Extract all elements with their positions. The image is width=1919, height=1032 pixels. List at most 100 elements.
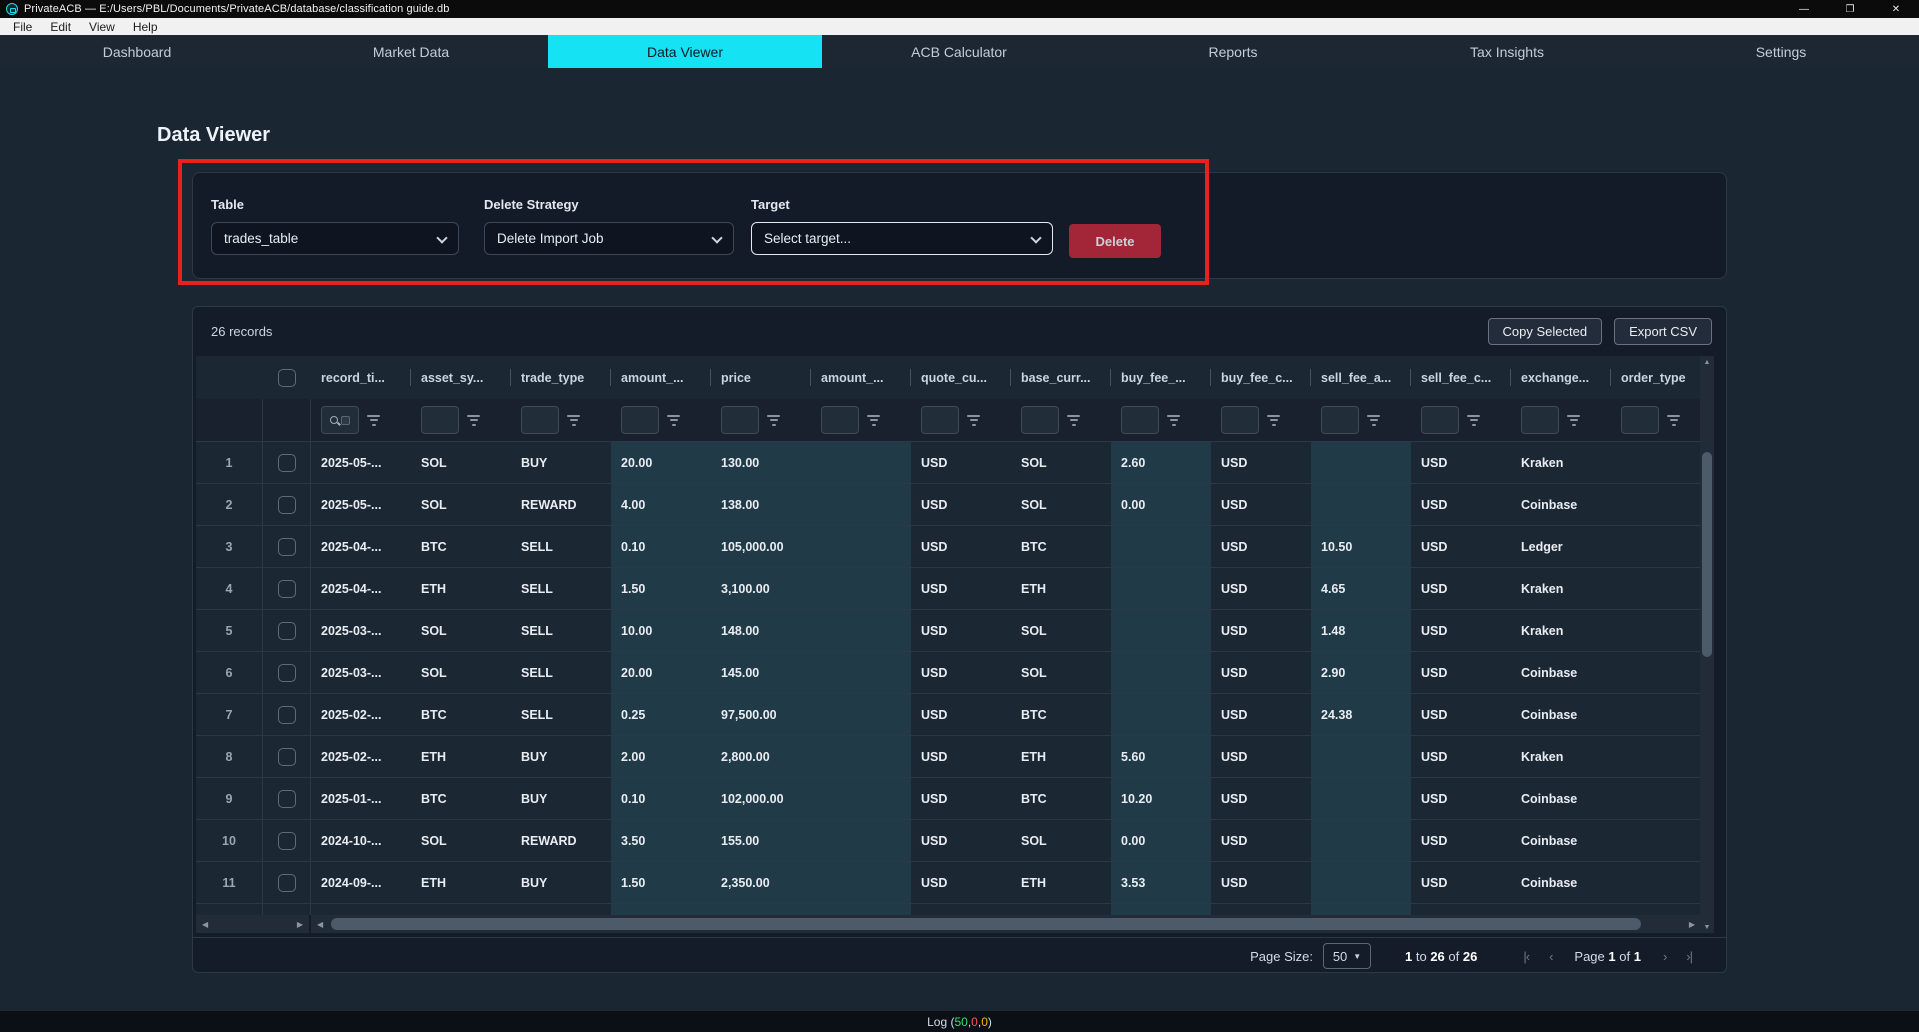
grid-cell[interactable]: 0.10 xyxy=(611,526,711,567)
grid-cell[interactable] xyxy=(1111,694,1211,735)
column-header-price[interactable]: price xyxy=(711,356,811,399)
column-header-quote-cu[interactable]: quote_cu... xyxy=(911,356,1011,399)
grid-cell[interactable]: USD xyxy=(911,862,1011,903)
grid-cell[interactable]: Coinbase xyxy=(1511,862,1611,903)
grid-cell[interactable] xyxy=(1311,778,1411,819)
scroll-right-icon[interactable]: ▶ xyxy=(1689,920,1695,929)
previous-page-icon[interactable]: ‹ xyxy=(1549,949,1552,964)
grid-cell[interactable]: BTC xyxy=(411,694,511,735)
grid-cell[interactable]: 2,800.00 xyxy=(711,736,811,777)
grid-cell[interactable]: USD xyxy=(911,820,1011,861)
grid-cell[interactable]: 1.50 xyxy=(611,568,711,609)
filter-funnel-icon[interactable] xyxy=(867,415,880,426)
filter-input-6[interactable] xyxy=(921,406,959,434)
grid-cell[interactable]: 1.48 xyxy=(1311,610,1411,651)
grid-cell[interactable]: 148.00 xyxy=(711,610,811,651)
column-header-amount[interactable]: amount_... xyxy=(811,356,911,399)
column-header-trade-type[interactable]: trade_type xyxy=(511,356,611,399)
grid-cell[interactable]: SELL xyxy=(511,526,611,567)
table-select[interactable]: trades_table xyxy=(211,222,459,255)
grid-cell[interactable]: BUY xyxy=(511,778,611,819)
grid-cell[interactable]: USD xyxy=(1411,484,1511,525)
filter-input-10[interactable] xyxy=(1321,406,1359,434)
table-row[interactable]: 12025-05-...SOLBUY20.00130.00USDSOL2.60U… xyxy=(196,441,1701,483)
grid-cell[interactable] xyxy=(1611,442,1701,483)
grid-cell[interactable]: 2025-04-... xyxy=(311,568,411,609)
target-select[interactable]: Select target... xyxy=(751,222,1053,255)
filter-input-2[interactable] xyxy=(521,406,559,434)
grid-cell[interactable]: 2025-01-... xyxy=(311,778,411,819)
grid-cell[interactable] xyxy=(1111,526,1211,567)
grid-cell[interactable] xyxy=(1311,736,1411,777)
grid-cell[interactable]: BTC xyxy=(1011,778,1111,819)
grid-cell[interactable]: ETH xyxy=(1011,568,1111,609)
row-checkbox[interactable] xyxy=(278,580,296,598)
grid-cell[interactable] xyxy=(1611,610,1701,651)
tab-reports[interactable]: Reports xyxy=(1096,35,1370,68)
filter-funnel-icon[interactable] xyxy=(567,415,580,426)
grid-cell[interactable]: USD xyxy=(911,736,1011,777)
grid-cell[interactable]: 2025-05-... xyxy=(311,442,411,483)
grid-cell[interactable]: USD xyxy=(911,442,1011,483)
grid-cell[interactable]: SOL xyxy=(411,820,511,861)
last-page-icon[interactable]: ›| xyxy=(1686,949,1692,964)
row-checkbox-cell[interactable] xyxy=(263,526,311,567)
row-checkbox-cell[interactable] xyxy=(263,778,311,819)
grid-cell[interactable]: 2024-10-... xyxy=(311,820,411,861)
filter-funnel-icon[interactable] xyxy=(967,415,980,426)
filter-input-4[interactable] xyxy=(721,406,759,434)
grid-cell[interactable]: SELL xyxy=(511,652,611,693)
row-checkbox-cell[interactable] xyxy=(263,610,311,651)
table-row[interactable]: 72025-02-...BTCSELL0.2597,500.00USDBTCUS… xyxy=(196,693,1701,735)
column-header-buy-fee-c[interactable]: buy_fee_c... xyxy=(1211,356,1311,399)
filter-input-8[interactable] xyxy=(1121,406,1159,434)
grid-cell[interactable]: 10.20 xyxy=(1111,778,1211,819)
vertical-scroll-thumb[interactable] xyxy=(1702,452,1712,657)
grid-cell[interactable]: USD xyxy=(911,778,1011,819)
grid-cell[interactable]: BUY xyxy=(511,442,611,483)
grid-cell[interactable] xyxy=(1611,778,1701,819)
tab-data-viewer[interactable]: Data Viewer xyxy=(548,35,822,68)
table-row[interactable]: 92025-01-...BTCBUY0.10102,000.00USDBTC10… xyxy=(196,777,1701,819)
maximize-button[interactable]: ❐ xyxy=(1827,0,1873,18)
grid-cell[interactable]: USD xyxy=(1411,736,1511,777)
filter-funnel-icon[interactable] xyxy=(467,415,480,426)
row-checkbox-cell[interactable] xyxy=(263,736,311,777)
grid-cell[interactable]: USD xyxy=(1411,694,1511,735)
grid-cell[interactable]: SOL xyxy=(1011,652,1111,693)
grid-cell[interactable]: 1.50 xyxy=(611,862,711,903)
grid-cell[interactable] xyxy=(811,568,911,609)
grid-cell[interactable]: USD xyxy=(1211,526,1311,567)
grid-cell[interactable]: Coinbase xyxy=(1511,820,1611,861)
grid-cell[interactable]: BTC xyxy=(411,526,511,567)
grid-cell[interactable]: Kraken xyxy=(1511,610,1611,651)
scroll-down-icon[interactable]: ▼ xyxy=(1704,921,1711,933)
grid-cell[interactable]: Coinbase xyxy=(1511,694,1611,735)
grid-cell[interactable]: 102,000.00 xyxy=(711,778,811,819)
grid-cell[interactable]: 2025-05-... xyxy=(311,484,411,525)
scroll-left-icon[interactable]: ◀ xyxy=(202,920,208,929)
filter-funnel-icon[interactable] xyxy=(1467,415,1480,426)
grid-cell[interactable]: USD xyxy=(911,526,1011,567)
column-header-order-type[interactable]: order_type xyxy=(1611,356,1701,399)
grid-cell[interactable] xyxy=(811,862,911,903)
filter-funnel-icon[interactable] xyxy=(367,415,380,426)
grid-cell[interactable]: USD xyxy=(911,610,1011,651)
row-checkbox[interactable] xyxy=(278,748,296,766)
grid-cell[interactable] xyxy=(1611,526,1701,567)
grid-cell[interactable]: 3,100.00 xyxy=(711,568,811,609)
grid-cell[interactable] xyxy=(1611,484,1701,525)
grid-cell[interactable] xyxy=(1611,694,1701,735)
column-header-asset-sy[interactable]: asset_sy... xyxy=(411,356,511,399)
copy-selected-button[interactable]: Copy Selected xyxy=(1488,318,1603,345)
grid-cell[interactable]: BTC xyxy=(1011,694,1111,735)
grid-cell[interactable]: USD xyxy=(1211,694,1311,735)
grid-cell[interactable]: 10.50 xyxy=(1311,526,1411,567)
grid-cell[interactable]: 105,000.00 xyxy=(711,526,811,567)
grid-cell[interactable]: 2.90 xyxy=(1311,652,1411,693)
grid-cell[interactable]: 2025-02-... xyxy=(311,694,411,735)
filter-funnel-icon[interactable] xyxy=(1367,415,1380,426)
grid-cell[interactable]: 0.00 xyxy=(1111,820,1211,861)
grid-cell[interactable]: ETH xyxy=(411,568,511,609)
filter-funnel-icon[interactable] xyxy=(1067,415,1080,426)
